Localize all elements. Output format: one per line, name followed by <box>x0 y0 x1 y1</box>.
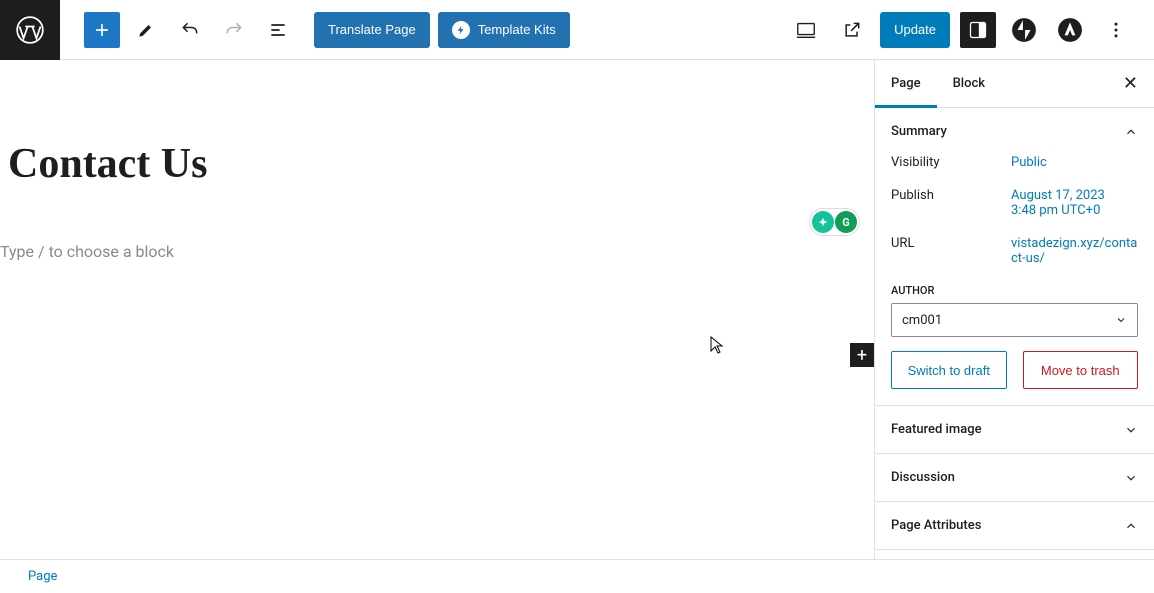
close-panel-button[interactable]: ✕ <box>1119 69 1142 98</box>
bolt-icon <box>452 21 470 39</box>
inline-add-block-button[interactable]: + <box>850 343 874 367</box>
author-label: AUTHOR <box>891 284 1138 297</box>
panel-discussion-header[interactable]: Discussion <box>875 454 1154 501</box>
visibility-label: Visibility <box>891 155 1011 170</box>
top-toolbar: Translate Page Template Kits Update <box>0 0 1154 60</box>
settings-panel-toggle[interactable] <box>960 12 996 48</box>
sidebar-tabs: Page Block ✕ <box>875 60 1154 108</box>
panel-summary-body: Visibility Public Publish August 17, 202… <box>875 155 1154 405</box>
shield-icon[interactable]: ✦ <box>812 211 834 233</box>
panel-summary-header[interactable]: Summary <box>875 108 1154 155</box>
panel-page-attributes: Page Attributes <box>875 502 1154 550</box>
author-select[interactable]: cm001 <box>891 303 1138 337</box>
move-to-trash-button[interactable]: Move to trash <box>1023 351 1139 389</box>
grammarly-icon[interactable]: G <box>835 211 857 233</box>
tab-block[interactable]: Block <box>937 60 1001 108</box>
visibility-value[interactable]: Public <box>1011 155 1138 170</box>
jetpack-icon[interactable] <box>1006 12 1042 48</box>
redo-button[interactable] <box>216 12 252 48</box>
edit-mode-button[interactable] <box>128 12 164 48</box>
wordpress-logo[interactable] <box>0 0 60 60</box>
chevron-down-icon <box>1115 314 1127 326</box>
more-options-button[interactable] <box>1098 12 1134 48</box>
update-button[interactable]: Update <box>880 12 950 48</box>
document-overview-button[interactable] <box>260 12 296 48</box>
toolbar-right: Update <box>788 12 1154 48</box>
chevron-up-icon <box>1124 519 1138 533</box>
panel-page-attributes-header[interactable]: Page Attributes <box>875 502 1154 549</box>
chevron-down-icon <box>1124 423 1138 437</box>
panel-discussion: Discussion <box>875 454 1154 502</box>
panel-featured-image: Featured image <box>875 406 1154 454</box>
url-label: URL <box>891 236 1011 266</box>
page-title[interactable]: Contact Us <box>8 140 874 188</box>
undo-button[interactable] <box>172 12 208 48</box>
mouse-cursor-icon <box>710 336 724 354</box>
editor-canvas[interactable]: Contact Us Type / to choose a block ✦ G … <box>0 60 874 559</box>
chevron-down-icon <box>1124 471 1138 485</box>
publish-value[interactable]: August 17, 2023 3:48 pm UTC+0 <box>1011 188 1138 218</box>
bottom-breadcrumb: Page <box>0 559 1154 593</box>
external-preview-button[interactable] <box>834 12 870 48</box>
panel-summary: Summary Visibility Public Publish August… <box>875 108 1154 406</box>
block-placeholder[interactable]: Type / to choose a block <box>0 242 874 261</box>
view-devices-button[interactable] <box>788 12 824 48</box>
astra-icon[interactable] <box>1052 12 1088 48</box>
panel-featured-image-header[interactable]: Featured image <box>875 406 1154 453</box>
settings-sidebar: Page Block ✕ Summary Visibility Public P… <box>874 60 1154 559</box>
grammarly-badges: ✦ G <box>809 208 860 236</box>
url-value[interactable]: vistadezign.xyz/contact-us/ <box>1011 236 1138 266</box>
tab-page[interactable]: Page <box>875 60 937 108</box>
chevron-up-icon <box>1124 125 1138 139</box>
main-area: Contact Us Type / to choose a block ✦ G … <box>0 60 1154 559</box>
publish-label: Publish <box>891 188 1011 218</box>
toolbar-left: Translate Page Template Kits <box>60 12 570 48</box>
add-block-button[interactable] <box>84 12 120 48</box>
translate-page-button[interactable]: Translate Page <box>314 12 430 48</box>
switch-to-draft-button[interactable]: Switch to draft <box>891 351 1007 389</box>
breadcrumb-page[interactable]: Page <box>28 569 57 584</box>
template-kits-button[interactable]: Template Kits <box>438 12 570 48</box>
